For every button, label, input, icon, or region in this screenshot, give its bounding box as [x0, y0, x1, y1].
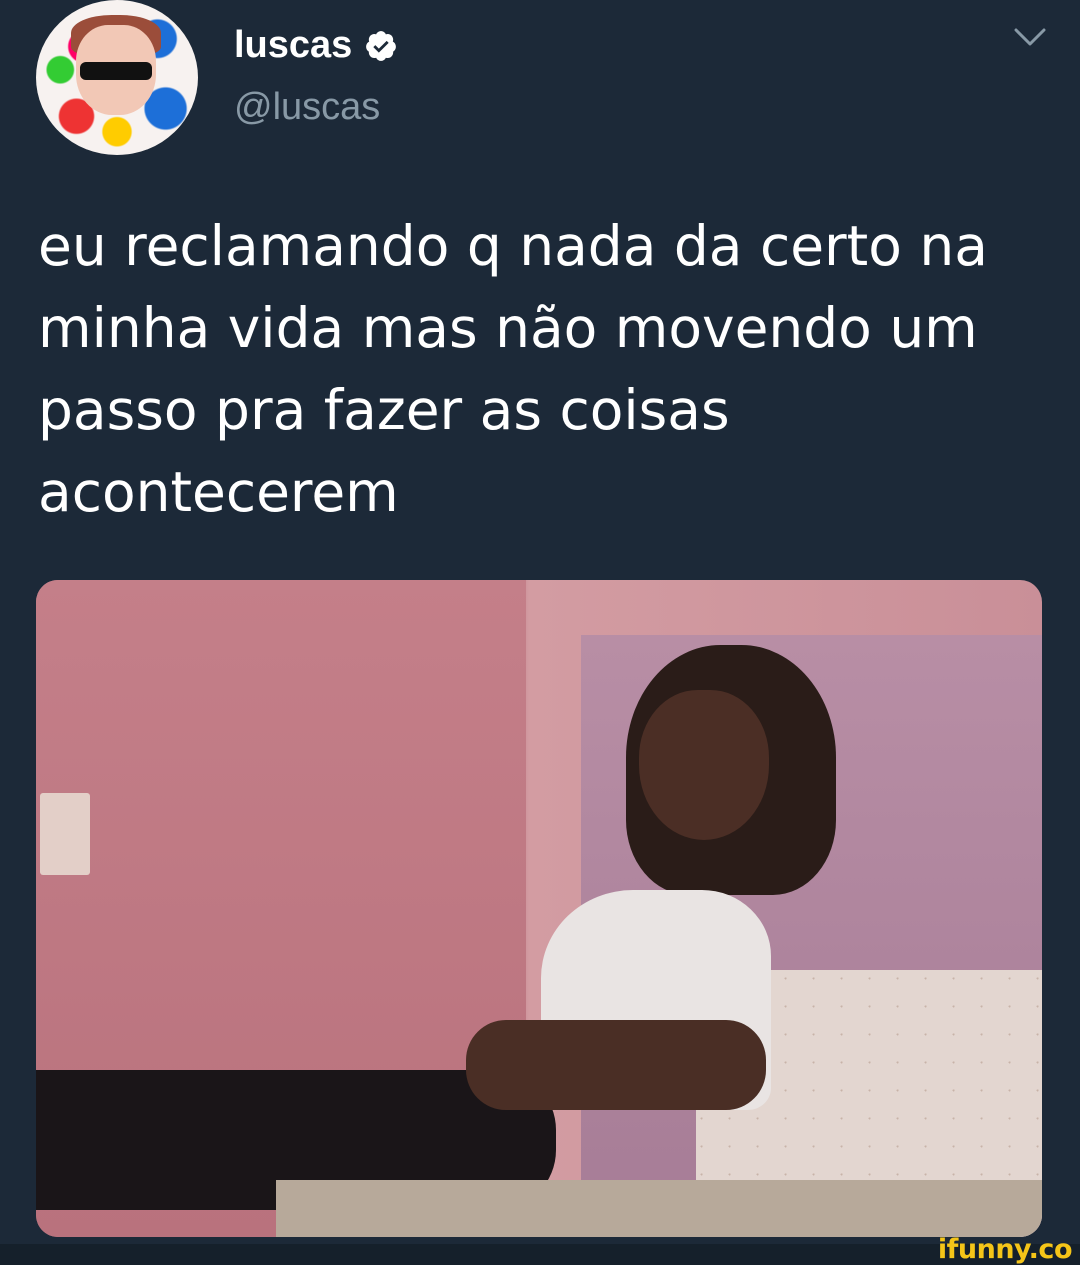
photo-person-arms [466, 1020, 766, 1110]
footer-bar [0, 1244, 1080, 1265]
ifunny-watermark: ifunny.co [937, 1234, 1073, 1265]
photo-blanket [276, 1180, 1042, 1237]
author-handle[interactable]: @luscas [234, 86, 380, 129]
display-name[interactable]: luscas [234, 24, 352, 67]
tweet-text: eu reclamando q nada da certo na minha v… [38, 214, 988, 524]
tweet-card[interactable]: luscas @luscas eu reclamando q nada da c… [0, 0, 1080, 1244]
verified-badge-icon [364, 29, 398, 63]
photo-person-face [639, 690, 769, 840]
photo-light-switch [40, 793, 90, 875]
tweet-media-photo[interactable] [36, 580, 1042, 1237]
author-name-row[interactable]: luscas [234, 24, 398, 67]
avatar-sunglasses [80, 62, 152, 80]
avatar[interactable] [36, 0, 198, 155]
chevron-down-icon[interactable] [1012, 24, 1048, 52]
